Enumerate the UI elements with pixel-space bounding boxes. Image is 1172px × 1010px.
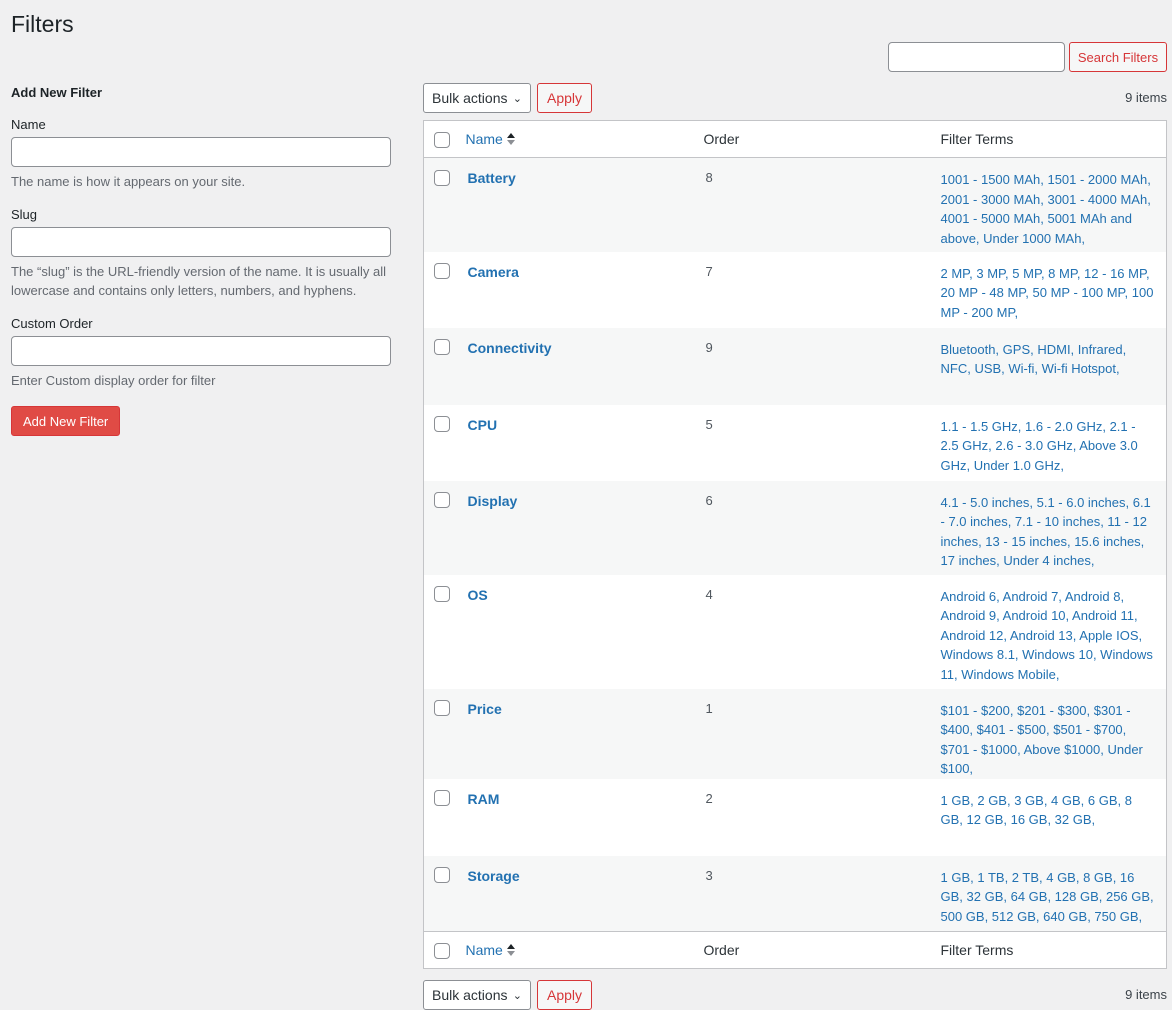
apply-button[interactable]: Apply [537,83,592,113]
table-row: OS 4 Android 6, Android 7, Android 8, Andr… [424,575,1167,689]
table-footer-row: Name Order Filter Terms [423,931,1167,969]
custom-order-description: Enter Custom display order for filter [11,372,216,388]
row-order: 3 [705,867,713,883]
table-header-row: Name Order Filter Terms [423,121,1167,158]
table-row: Price 1 $101 - $200, $201 - $300, $301 - $… [423,688,1167,779]
row-name-link[interactable]: Battery [466,169,704,187]
row-filter-terms[interactable]: Android 6, Android 7, Android 8, Android… [941,587,1167,685]
order-column-footer: Order [703,942,740,958]
tablenav-bottom: Bulk actions ⌄ Apply 9 items [423,980,1167,1010]
row-filter-terms[interactable]: Bluetooth, GPS, HDMI, Infrared, NFC, USB… [941,340,1167,379]
chevron-down-icon: ⌄ [512,989,522,1002]
row-checkbox[interactable] [434,867,450,884]
row-order: 2 [705,790,713,806]
tablenav-top: Bulk actions ⌄ Apply 9 items [423,83,1167,113]
name-description: The name is how it appears on your site. [11,174,246,189]
row-name-link[interactable]: Price [466,700,704,718]
table-row: Storage 3 1 GB, 1 TB, 2 TB, 4 GB, 8 GB, 16… [423,855,1167,932]
name-field-group: Name The name is how it appears on your … [11,116,391,192]
slug-label: Slug [11,206,38,222]
row-order: 8 [705,170,713,185]
row-checkbox[interactable] [434,700,450,717]
slug-description: The “slug” is the URL-friendly version o… [11,263,386,299]
apply-button-bottom[interactable]: Apply [537,980,592,1010]
row-order: 1 [705,700,713,716]
row-filter-terms[interactable]: 2 MP, 3 MP, 5 MP, 8 MP, 12 - 16 MP, 20 M… [941,264,1167,323]
row-checkbox[interactable] [434,339,450,356]
form-heading: Add New Filter [11,85,103,100]
row-order: 5 [705,416,713,432]
custom-order-label: Custom Order [11,315,93,331]
row-filter-terms[interactable]: $101 - $200, $201 - $300, $301 - $400, $… [941,701,1167,779]
slug-field-group: Slug The “slug” is the URL-friendly vers… [11,206,391,301]
bulk-actions-select-bottom[interactable]: Bulk actions ⌄ [423,980,531,1010]
add-new-filter-button[interactable]: Add New Filter [11,406,121,436]
slug-input[interactable] [11,226,391,257]
custom-order-field-group: Custom Order Enter Custom display order … [11,315,391,391]
search-box: Search Filters [888,42,1167,72]
items-count: 9 items [1125,90,1167,105]
name-input[interactable] [11,137,391,167]
select-all-checkbox[interactable] [434,131,450,148]
row-filter-terms[interactable]: 1001 - 1500 MAh, 1501 - 2000 MAh, 2001 -… [941,170,1167,248]
row-order: 4 [705,586,713,602]
table-row: RAM 2 1 GB, 2 GB, 3 GB, 4 GB, 6 GB, 8 GB, … [424,779,1167,856]
row-name-link[interactable]: CPU [466,416,704,434]
terms-column-footer: Filter Terms [940,942,1014,958]
row-checkbox[interactable] [434,263,450,280]
bulk-actions-select[interactable]: Bulk actions ⌄ [423,83,531,113]
order-column-header: Order [703,131,740,147]
row-checkbox[interactable] [434,169,450,186]
row-name-link[interactable]: Storage [466,867,704,885]
filters-table: Name Order Filter Terms Battery 8 1001 - 1… [423,120,1167,969]
bulk-actions-label: Bulk actions [432,90,508,106]
search-filters-button[interactable]: Search Filters [1069,42,1167,72]
row-checkbox[interactable] [434,790,450,807]
page-title: Filters [11,11,74,37]
row-name-link[interactable]: Camera [466,263,704,281]
row-name-link[interactable]: OS [466,586,704,604]
terms-column-header: Filter Terms [940,131,1014,147]
bulk-actions-label: Bulk actions [432,987,508,1003]
row-checkbox[interactable] [434,416,450,433]
row-order: 6 [705,492,713,508]
table-row: Display 6 4.1 - 5.0 inches, 5.1 - 6.0 inch… [423,480,1167,575]
row-name-link[interactable]: Display [466,492,704,510]
row-filter-terms[interactable]: 1 GB, 2 GB, 3 GB, 4 GB, 6 GB, 8 GB, 12 G… [941,791,1167,830]
row-filter-terms[interactable]: 4.1 - 5.0 inches, 5.1 - 6.0 inches, 6.1 … [941,493,1167,571]
row-filter-terms[interactable]: 1 GB, 1 TB, 2 TB, 4 GB, 8 GB, 16 GB, 32 … [941,868,1167,927]
name-column-sort-link-footer[interactable]: Name [466,942,503,958]
custom-order-input[interactable] [11,335,391,366]
sort-icon [506,944,515,958]
select-all-checkbox-footer[interactable] [434,942,450,959]
table-row: Connectivity 9 Bluetooth, GPS, HDMI, Infra… [423,327,1167,405]
items-count-bottom: 9 items [1125,987,1167,1002]
row-checkbox[interactable] [434,492,450,509]
table-row: Camera 7 2 MP, 3 MP, 5 MP, 8 MP, 12 - 16 M… [424,252,1167,328]
row-name-link[interactable]: Connectivity [466,339,704,357]
sort-icon [506,133,515,147]
row-order: 7 [705,263,713,279]
add-filter-form: Add New Filter Name The name is how it a… [11,84,391,436]
table-row: CPU 5 1.1 - 1.5 GHz, 1.6 - 2.0 GHz, 2.1 - … [424,405,1167,481]
name-column-sort-link[interactable]: Name [466,131,503,147]
row-name-link[interactable]: RAM [466,790,704,808]
row-checkbox[interactable] [434,586,450,603]
chevron-down-icon: ⌄ [512,92,522,105]
row-order: 9 [705,339,713,355]
row-filter-terms[interactable]: 1.1 - 1.5 GHz, 1.6 - 2.0 GHz, 2.1 - 2.5 … [941,417,1167,476]
name-label: Name [11,117,46,132]
table-row: Battery 8 1001 - 1500 MAh, 1501 - 2000 MAh… [423,157,1167,252]
search-input[interactable] [888,42,1065,72]
filters-list: Bulk actions ⌄ Apply 9 items Name Order … [423,83,1167,1010]
